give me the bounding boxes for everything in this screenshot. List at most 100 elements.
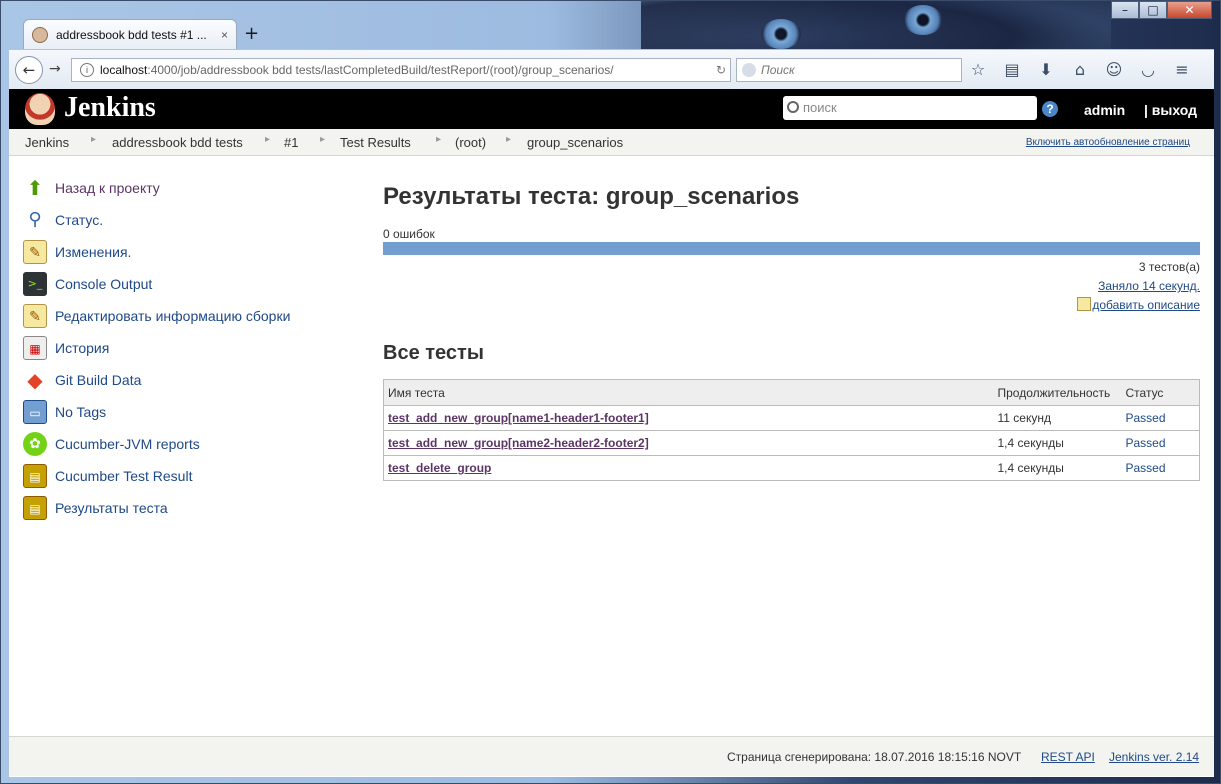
- notepad-icon: ✎: [23, 304, 47, 328]
- search-icon: [787, 101, 799, 113]
- sidebar-item-no-tags[interactable]: ▭ No Tags: [23, 396, 353, 428]
- sidebar-item-label: История: [55, 340, 110, 356]
- test-name-link[interactable]: test_add_new_group[name2-header2-footer2…: [388, 436, 649, 450]
- breadcrumb: Jenkins ▸ addressbook bdd tests ▸ #1 ▸ T…: [9, 129, 1214, 156]
- history-icon: ▦: [23, 336, 47, 360]
- test-status: Passed: [1121, 405, 1200, 431]
- sidebar: ⬆ Назад к проекту ⚲ Статус. ✎ Изменения.…: [23, 172, 353, 524]
- back-button[interactable]: ←: [15, 56, 43, 84]
- jenkins-version-link[interactable]: Jenkins ver. 2.14: [1109, 750, 1199, 764]
- edit-description-icon: [1077, 297, 1092, 311]
- forward-button[interactable]: →: [49, 61, 61, 77]
- jenkins-search-input[interactable]: поиск: [783, 96, 1037, 120]
- page-footer: Страница сгенерирована: 18.07.2016 18:15…: [9, 736, 1214, 776]
- download-icon[interactable]: ⬇: [1035, 60, 1057, 80]
- tests-table: Имя теста Продолжительность Статус test_…: [383, 379, 1200, 481]
- sidebar-item-cucumber-test-result[interactable]: ▤ Cucumber Test Result: [23, 460, 353, 492]
- breadcrumb-root[interactable]: (root): [455, 135, 486, 150]
- close-window-icon[interactable]: ✕: [1167, 1, 1212, 19]
- breadcrumb-build[interactable]: #1: [284, 135, 298, 150]
- test-count: 3 тестов(а): [1138, 260, 1200, 274]
- add-description-link[interactable]: добавить описание: [1092, 298, 1200, 312]
- maximize-icon[interactable]: □: [1139, 1, 1167, 19]
- cat-eye-left: [761, 19, 801, 49]
- column-header-duration[interactable]: Продолжительность: [993, 379, 1122, 406]
- cat-eye-right: [903, 5, 943, 35]
- clipboard-icon: ▤: [23, 464, 47, 488]
- git-icon: ◆: [27, 368, 43, 392]
- browser-tab[interactable]: addressbook bdd tests #1 ... ×: [23, 19, 237, 49]
- smiley-icon[interactable]: ☺: [1103, 60, 1125, 80]
- sidebar-item-changes[interactable]: ✎ Изменения.: [23, 236, 353, 268]
- breadcrumb-group-scenarios[interactable]: group_scenarios: [527, 135, 623, 150]
- breadcrumb-separator-icon: ▸: [436, 134, 442, 145]
- save-disk-icon: ▭: [23, 400, 47, 424]
- sidebar-item-history[interactable]: ▦ История: [23, 332, 353, 364]
- magnifier-icon: ⚲: [28, 209, 42, 230]
- test-duration: 11 секунд: [993, 405, 1122, 431]
- sidebar-item-console-output[interactable]: >_ Console Output: [23, 268, 353, 300]
- menu-icon[interactable]: ≡: [1171, 60, 1193, 80]
- test-name-link[interactable]: test_delete_group: [388, 461, 491, 475]
- help-icon[interactable]: ?: [1042, 101, 1058, 117]
- home-icon[interactable]: ⌂: [1069, 60, 1091, 80]
- pocket-icon[interactable]: ◡: [1137, 60, 1159, 80]
- table-row: test_add_new_group[name2-header2-footer2…: [383, 430, 1200, 456]
- reload-icon[interactable]: ↻: [716, 59, 726, 81]
- test-duration: 1,4 секунды: [993, 430, 1122, 456]
- table-row: test_add_new_group[name1-header1-footer1…: [383, 405, 1200, 431]
- jenkins-favicon-icon: [32, 26, 48, 43]
- main-content: Результаты теста: group_scenarios 0 ошиб…: [383, 183, 1200, 481]
- clipboard-icon: ▤: [23, 496, 47, 520]
- tab-close-icon[interactable]: ×: [221, 28, 228, 42]
- breadcrumb-test-results[interactable]: Test Results: [340, 135, 411, 150]
- generated-timestamp: Страница сгенерирована: 18.07.2016 18:15…: [727, 750, 1022, 764]
- logout-link[interactable]: | выход: [1144, 102, 1197, 118]
- reading-list-icon[interactable]: ▤: [1001, 60, 1023, 80]
- breadcrumb-separator-icon: ▸: [320, 134, 326, 145]
- jenkins-brand[interactable]: Jenkins: [64, 92, 156, 124]
- sidebar-item-status[interactable]: ⚲ Статус.: [23, 204, 353, 236]
- cucumber-icon: ✿: [23, 432, 47, 456]
- sidebar-item-label: Редактировать информацию сборки: [55, 308, 291, 324]
- sidebar-item-label: Cucumber-JVM reports: [55, 436, 200, 452]
- failure-count: 0 ошибок: [383, 227, 435, 241]
- table-header-row: Имя теста Продолжительность Статус: [383, 379, 1200, 406]
- sidebar-item-git-build-data[interactable]: ◆ Git Build Data: [23, 364, 353, 396]
- sidebar-item-label: Cucumber Test Result: [55, 468, 193, 484]
- bookmark-star-icon[interactable]: ☆: [967, 60, 989, 80]
- duration-link[interactable]: Заняло 14 секунд.: [1098, 279, 1200, 293]
- test-duration: 1,4 секунды: [993, 455, 1122, 481]
- test-name-link[interactable]: test_add_new_group[name1-header1-footer1…: [388, 411, 649, 425]
- tab-title: addressbook bdd tests #1 ...: [56, 27, 207, 42]
- breadcrumb-job[interactable]: addressbook bdd tests: [112, 135, 243, 150]
- column-header-name[interactable]: Имя теста: [383, 379, 994, 406]
- navigation-toolbar: ← → i localhost:4000/job/addressbook bdd…: [9, 49, 1214, 89]
- autorefresh-link[interactable]: Включить автообновление страниц: [1026, 137, 1190, 148]
- url-bar[interactable]: i localhost:4000/job/addressbook bdd tes…: [71, 58, 731, 82]
- sidebar-item-label: Результаты теста: [55, 500, 168, 516]
- breadcrumb-separator-icon: ▸: [506, 134, 512, 145]
- browser-search-input[interactable]: Поиск: [736, 58, 962, 82]
- search-engine-icon: [742, 63, 756, 77]
- sidebar-item-back-to-project[interactable]: ⬆ Назад к проекту: [23, 172, 353, 204]
- column-header-status[interactable]: Статус: [1121, 379, 1200, 406]
- new-tab-button[interactable]: +: [244, 23, 259, 44]
- breadcrumb-jenkins[interactable]: Jenkins: [25, 135, 69, 150]
- rest-api-link[interactable]: REST API: [1041, 750, 1095, 764]
- test-result-bar: [383, 242, 1200, 255]
- jenkins-logo-icon[interactable]: [25, 93, 55, 125]
- url-path: :4000/job/addressbook bdd tests/lastComp…: [147, 63, 614, 77]
- sidebar-item-label: Назад к проекту: [55, 180, 160, 196]
- minimize-icon[interactable]: –: [1111, 1, 1139, 19]
- sidebar-item-edit-build-info[interactable]: ✎ Редактировать информацию сборки: [23, 300, 353, 332]
- test-summary: 3 тестов(а) Заняло 14 секунд. добавить о…: [383, 258, 1200, 315]
- terminal-icon: >_: [23, 272, 47, 296]
- info-icon[interactable]: i: [80, 63, 94, 77]
- sidebar-item-test-results[interactable]: ▤ Результаты теста: [23, 492, 353, 524]
- window-controls: – □ ✕: [1111, 1, 1212, 19]
- user-link[interactable]: admin: [1084, 102, 1125, 118]
- sidebar-item-cucumber-jvm-reports[interactable]: ✿ Cucumber-JVM reports: [23, 428, 353, 460]
- sidebar-item-label: Изменения.: [55, 244, 132, 260]
- browser-window: – □ ✕ addressbook bdd tests #1 ... × + ←…: [0, 0, 1221, 784]
